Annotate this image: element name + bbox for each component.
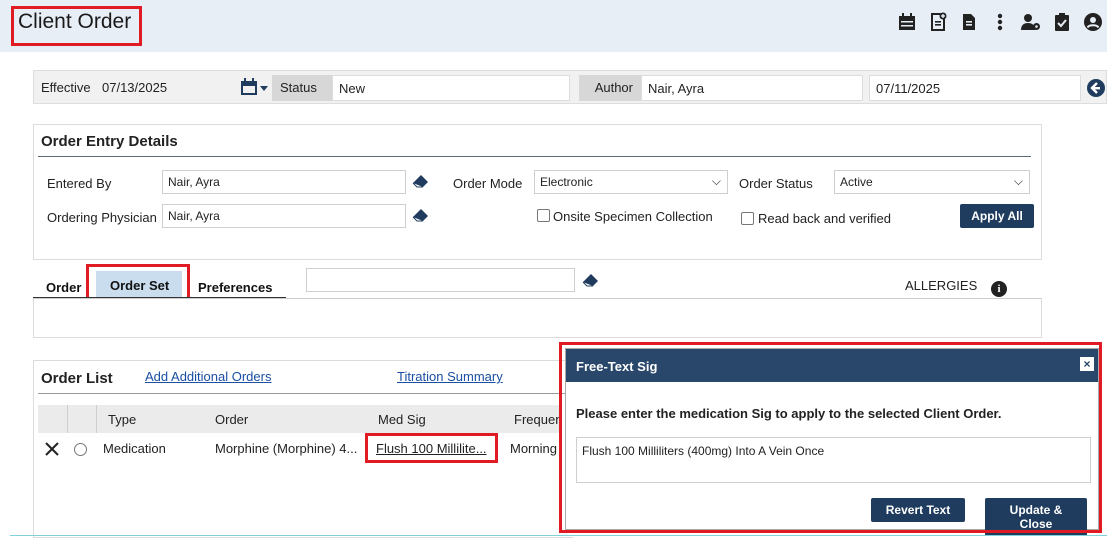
toolbar-icons	[897, 12, 1103, 32]
order-status-value: Active	[840, 175, 873, 189]
user-circle-icon[interactable]	[1083, 12, 1103, 32]
user-settings-icon[interactable]	[1021, 12, 1041, 32]
read-back-label: Read back and verified	[758, 211, 891, 226]
grid-col-separator	[67, 405, 68, 433]
order-list-title: Order List	[41, 370, 113, 387]
chevron-down-icon: ⌵	[1013, 174, 1023, 188]
ordering-physician-field[interactable]: Nair, Ayra	[162, 204, 406, 228]
tab-preferences[interactable]: Preferences	[198, 280, 272, 295]
eraser-icon[interactable]	[582, 273, 600, 287]
apply-all-button[interactable]: Apply All	[960, 204, 1034, 228]
author-label: Author	[579, 75, 641, 101]
grid-col-separator	[96, 405, 97, 433]
read-back-checkbox[interactable]	[741, 212, 754, 225]
effective-label: Effective	[41, 80, 91, 95]
allergies-label: ALLERGIES	[905, 278, 978, 293]
calendar-dropdown-icon[interactable]	[240, 78, 270, 98]
row-type: Medication	[103, 441, 166, 456]
eraser-icon[interactable]	[412, 208, 430, 222]
entered-by-field[interactable]: Nair, Ayra	[162, 170, 406, 194]
tab-order[interactable]: Order	[46, 280, 81, 295]
order-mode-label: Order Mode	[453, 176, 523, 191]
entered-by-label: Entered By	[47, 176, 112, 191]
order-entry-divider	[38, 156, 1031, 157]
calendar-icon[interactable]	[897, 12, 917, 32]
effective-date[interactable]: 07/13/2025	[102, 80, 167, 95]
header-bar: Effective 07/13/2025 Status New Author N…	[33, 70, 1107, 104]
status-label: Status	[272, 75, 332, 101]
status-value: New	[332, 75, 570, 101]
back-arrow-icon[interactable]	[1086, 78, 1106, 98]
order-status-label: Order Status	[739, 176, 813, 191]
onsite-specimen-label: Onsite Specimen Collection	[553, 209, 713, 224]
order-mode-select[interactable]: Electronic ⌵	[534, 170, 728, 194]
tab-search-field[interactable]	[306, 268, 575, 292]
order-list-divider	[38, 393, 568, 394]
tab-content-panel	[33, 298, 1042, 338]
row-radio[interactable]	[74, 443, 87, 456]
ordering-physician-label: Ordering Physician	[47, 210, 157, 225]
bottom-divider	[10, 535, 1107, 536]
row-order: Morphine (Morphine) 4...	[215, 441, 358, 456]
more-vert-icon[interactable]	[990, 12, 1010, 32]
order-status-select[interactable]: Active ⌵	[834, 170, 1030, 194]
clipboard-check-icon[interactable]	[1052, 12, 1072, 32]
highlight-med-sig	[365, 433, 498, 463]
col-order[interactable]: Order	[215, 412, 248, 427]
document-icon[interactable]	[959, 12, 979, 32]
col-frequency[interactable]: Frequen	[514, 412, 562, 427]
highlight-page-title	[11, 6, 142, 46]
highlight-dialog	[559, 342, 1102, 533]
onsite-specimen-checkbox[interactable]	[537, 209, 550, 222]
author-value: Nair, Ayra	[641, 75, 863, 101]
order-mode-value: Electronic	[540, 175, 593, 189]
eraser-icon[interactable]	[412, 174, 430, 188]
order-entry-title: Order Entry Details	[41, 133, 178, 150]
row-frequency: Morning	[510, 441, 557, 456]
titration-summary-link[interactable]: Titration Summary	[397, 369, 503, 384]
col-type[interactable]: Type	[108, 412, 136, 427]
info-icon[interactable]: i	[991, 281, 1007, 297]
new-document-icon[interactable]	[928, 12, 948, 32]
chevron-down-icon: ⌵	[711, 174, 721, 188]
col-med-sig[interactable]: Med Sig	[378, 412, 426, 427]
add-additional-orders-link[interactable]: Add Additional Orders	[145, 369, 271, 384]
author-date[interactable]: 07/11/2025	[869, 75, 1081, 101]
delete-x-icon[interactable]	[45, 442, 59, 456]
